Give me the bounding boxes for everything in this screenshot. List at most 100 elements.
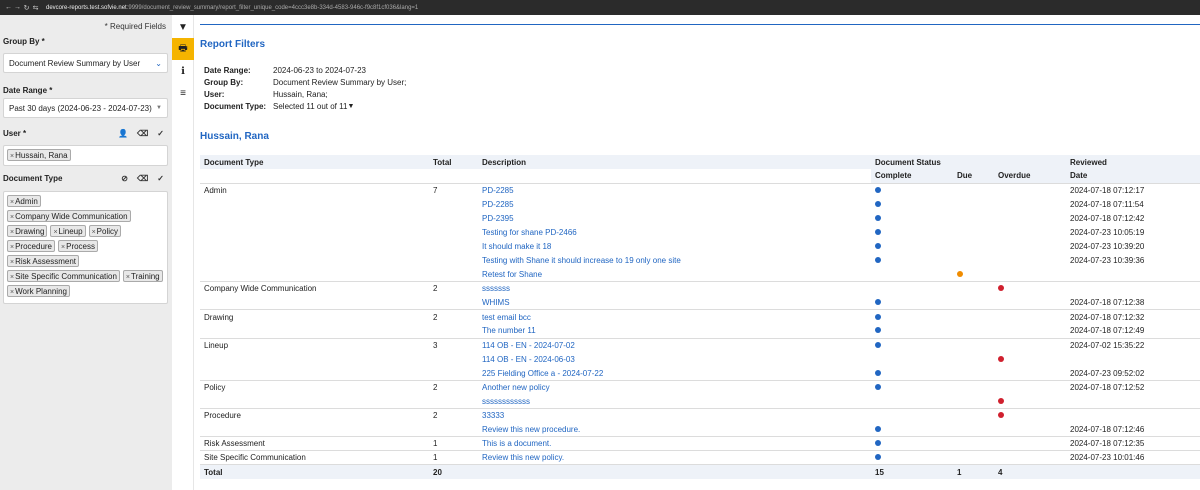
cell-document-type: Lineup [200,337,429,353]
address-bar[interactable]: devcore-reports.test.sofvie.net:9999/doc… [46,5,418,11]
date-range-select[interactable]: Past 30 days (2024-06-23 - 2024-07-23) ▼ [3,98,168,118]
menu-icon[interactable]: ≡ [172,82,194,104]
document-link[interactable]: sssssss [482,284,510,293]
remove-tag-icon[interactable]: × [10,289,14,296]
cell-due [953,324,994,338]
remove-tag-icon[interactable]: × [10,153,14,160]
document-type-tag[interactable]: ×Procedure [7,240,56,252]
select-all-icon[interactable]: ✓ [157,129,164,138]
cell-date [1066,352,1200,366]
cell-description: 33333 [478,407,871,423]
cell-total [429,352,478,366]
cell-complete [871,182,953,198]
cell-overdue [994,197,1066,211]
remove-tag-icon[interactable]: × [10,199,14,206]
document-type-tag[interactable]: ×Company Wide Communication [7,210,131,222]
document-link[interactable]: The number 11 [482,326,536,335]
document-link[interactable]: Retest for Shane [482,270,542,279]
remove-tag-icon[interactable]: × [61,244,65,251]
remove-tag-icon[interactable]: × [126,274,130,281]
document-link[interactable]: This is a document. [482,439,551,448]
cell-description: Review this new policy. [478,450,871,465]
table-row: Retest for Shane [200,268,1200,282]
cell-due [953,450,994,465]
document-type-tag[interactable]: ×Risk Assessment [7,255,79,267]
cell-total [429,296,478,310]
forward-icon[interactable]: → [13,4,22,11]
complete-status-dot [875,341,881,348]
site-info-icon[interactable]: ⇆ [31,4,40,12]
cell-document-type: Policy [200,379,429,395]
document-type-tag[interactable]: ×Policy [88,225,121,237]
cell-complete [871,436,953,451]
caret-down-icon[interactable]: ▼ [347,103,354,110]
document-type-tag-input[interactable]: ×Admin ×Company Wide Communication ×Drawin… [3,191,168,304]
person-icon[interactable]: 👤 [118,129,128,138]
complete-status-dot [875,425,881,432]
print-icon[interactable]: 🖶 [172,38,194,60]
cell-description: Testing with Shane it should increase to… [478,253,871,267]
remove-tag-icon[interactable]: × [10,274,14,281]
document-link[interactable]: PD-2395 [482,214,514,223]
remove-tag-icon[interactable]: × [92,229,96,236]
group-by-select[interactable]: Document Review Summary by User ⌄ [3,53,168,73]
cell-complete [871,379,953,395]
document-link[interactable]: WHIMS [482,298,510,307]
cell-total: 1 [429,450,478,465]
document-type-tag-label: Training [131,272,160,281]
document-link[interactable]: Another new policy [482,383,550,392]
cell-date: 2024-07-18 07:12:46 [1070,424,1145,434]
filter-key: Group By: [204,78,244,88]
reload-icon[interactable]: ↻ [22,4,31,12]
document-link[interactable]: Testing for shane PD-2466 [482,228,577,237]
document-type-tag[interactable]: ×Work Planning [7,285,70,297]
cell-complete [871,281,953,296]
cell-complete [871,239,953,253]
document-type-tag[interactable]: ×Site Specific Communication [7,270,120,282]
remove-tag-icon[interactable]: × [10,229,14,236]
cell-total [429,197,478,211]
filter-value[interactable]: Selected 11 out of 11 [273,102,347,111]
document-type-tag[interactable]: ×Training [122,270,163,282]
cell-overdue [994,436,1066,451]
document-type-tag[interactable]: ×Lineup [50,225,86,237]
document-link[interactable]: Testing with Shane it should increase to… [482,256,681,265]
user-tag-input[interactable]: ×Hussain, Rana [3,145,168,166]
remove-tag-icon[interactable]: × [10,259,14,266]
document-link[interactable]: It should make it 18 [482,242,551,251]
eraser-icon[interactable]: ⌫ [137,174,148,183]
user-tag[interactable]: ×Hussain, Rana [7,149,71,161]
document-link[interactable]: 114 OB - EN - 2024-07-02 [482,341,575,350]
select-all-icon[interactable]: ✓ [157,174,164,183]
filter-icon[interactable]: ▼ [172,16,194,38]
document-type-tag-label: Company Wide Communication [15,212,128,221]
document-link[interactable]: 33333 [482,411,504,420]
document-link[interactable]: PD-2285 [482,186,514,195]
header-divider [200,24,1200,25]
document-type-tag[interactable]: ×Process [58,240,99,252]
remove-tag-icon[interactable]: × [10,214,14,221]
eraser-icon[interactable]: ⌫ [137,129,148,138]
hide-icon[interactable]: ⊘ [121,174,128,183]
document-link[interactable]: PD-2285 [482,200,514,209]
document-link[interactable]: Review this new procedure. [482,425,580,434]
info-icon[interactable]: ℹ [172,60,194,82]
table-row: Policy 2 Another new policy 2024-07-18 07:1… [200,379,1200,395]
document-link[interactable]: ssssssssssss [482,397,530,406]
cell-overdue [994,352,1066,366]
subheader-blank [429,169,478,183]
document-type-tag[interactable]: ×Drawing [7,225,48,237]
back-icon[interactable]: ← [4,4,13,11]
document-link[interactable]: 225 Fielding Office a - 2024-07-22 [482,369,603,378]
cell-total [429,253,478,267]
cell-due [953,239,994,253]
remove-tag-icon[interactable]: × [53,229,57,236]
overdue-status-dot [998,355,1004,362]
document-link[interactable]: test email bcc [482,313,531,322]
document-link[interactable]: Review this new policy. [482,453,564,462]
document-type-tag[interactable]: ×Admin [7,195,41,207]
document-link[interactable]: 114 OB - EN - 2024-06-03 [482,355,575,364]
chevron-down-icon: ⌄ [155,58,162,68]
remove-tag-icon[interactable]: × [10,244,14,251]
cell-date: 2024-07-02 15:35:22 [1066,337,1200,353]
